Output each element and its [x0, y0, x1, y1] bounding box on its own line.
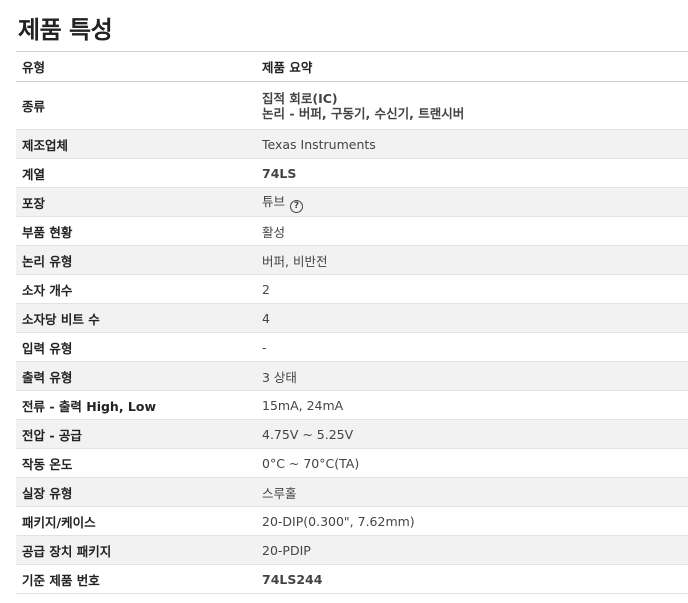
table-row-mounting-type: 실장 유형 스루홀	[16, 477, 688, 507]
row-label: 출력 유형	[16, 361, 256, 391]
header-attr: 유형	[16, 51, 256, 82]
row-value: 20-PDIP	[256, 535, 688, 565]
category-links[interactable]: 집적 회로(IC) 논리 - 버퍼, 구동기, 수신기, 트랜시버	[256, 81, 688, 130]
table-row-bits-per-element: 소자당 비트 수 4	[16, 303, 688, 333]
row-value: 스루홀	[256, 477, 688, 507]
row-label: 부품 현황	[16, 216, 256, 246]
row-label: 공급 장치 패키지	[16, 535, 256, 565]
category-link-logic[interactable]: 논리 - 버퍼, 구동기, 수신기, 트랜시버	[262, 106, 688, 121]
row-label: 패키지/케이스	[16, 506, 256, 536]
row-label: 제조업체	[16, 129, 256, 159]
row-value: 4	[256, 303, 688, 333]
table-row-manufacturer: 제조업체 Texas Instruments	[16, 129, 688, 159]
row-label: 논리 유형	[16, 245, 256, 275]
row-label: 입력 유형	[16, 332, 256, 362]
row-value: 15mA, 24mA	[256, 390, 688, 420]
table-row-operating-temp: 작동 온도 0°C ~ 70°C(TA)	[16, 448, 688, 478]
row-value: 0°C ~ 70°C(TA)	[256, 448, 688, 478]
row-label: 작동 온도	[16, 448, 256, 478]
table-row-element-count: 소자 개수 2	[16, 274, 688, 304]
category-link-ic[interactable]: 집적 회로(IC)	[262, 91, 688, 106]
row-value: -	[256, 332, 688, 362]
table-row-input-type: 입력 유형 -	[16, 332, 688, 362]
row-label: 종류	[16, 81, 256, 130]
table-row-packaging: 포장 튜브?	[16, 187, 688, 217]
row-value: 3 상태	[256, 361, 688, 391]
product-attributes-table: 유형 제품 요약 종류 집적 회로(IC) 논리 - 버퍼, 구동기, 수신기,…	[16, 51, 688, 594]
table-row-category: 종류 집적 회로(IC) 논리 - 버퍼, 구동기, 수신기, 트랜시버	[16, 81, 688, 130]
header-value: 제품 요약	[256, 51, 688, 82]
row-label: 기준 제품 번호	[16, 564, 256, 594]
row-label: 전류 - 출력 High, Low	[16, 390, 256, 420]
row-value: 2	[256, 274, 688, 304]
row-value: Texas Instruments	[256, 129, 688, 159]
row-label: 실장 유형	[16, 477, 256, 507]
row-value: 20-DIP(0.300", 7.62mm)	[256, 506, 688, 536]
series-link[interactable]: 74LS	[256, 158, 688, 188]
row-value: 버퍼, 비반전	[256, 245, 688, 275]
table-row-supply-voltage: 전압 - 공급 4.75V ~ 5.25V	[16, 419, 688, 449]
table-row-series: 계열 74LS	[16, 158, 688, 188]
table-row-output-current: 전류 - 출력 High, Low 15mA, 24mA	[16, 390, 688, 420]
table-row-logic-type: 논리 유형 버퍼, 비반전	[16, 245, 688, 275]
table-row-base-part-number: 기준 제품 번호 74LS244	[16, 564, 688, 594]
table-row-supplier-package: 공급 장치 패키지 20-PDIP	[16, 535, 688, 565]
table-row-output-type: 출력 유형 3 상태	[16, 361, 688, 391]
table-row-status: 부품 현황 활성	[16, 216, 688, 246]
packaging-value: 튜브	[262, 194, 286, 209]
row-value: 4.75V ~ 5.25V	[256, 419, 688, 449]
row-label: 소자 개수	[16, 274, 256, 304]
page-title: 제품 특성	[18, 16, 113, 44]
row-value-packaging: 튜브?	[256, 187, 688, 217]
base-part-link[interactable]: 74LS244	[256, 564, 688, 594]
table-header-row: 유형 제품 요약	[16, 51, 688, 82]
help-icon[interactable]: ?	[290, 200, 304, 213]
row-label: 소자당 비트 수	[16, 303, 256, 333]
table-row-package-case: 패키지/케이스 20-DIP(0.300", 7.62mm)	[16, 506, 688, 536]
row-label: 포장	[16, 187, 256, 217]
row-label: 계열	[16, 158, 256, 188]
row-label: 전압 - 공급	[16, 419, 256, 449]
row-value: 활성	[256, 216, 688, 246]
